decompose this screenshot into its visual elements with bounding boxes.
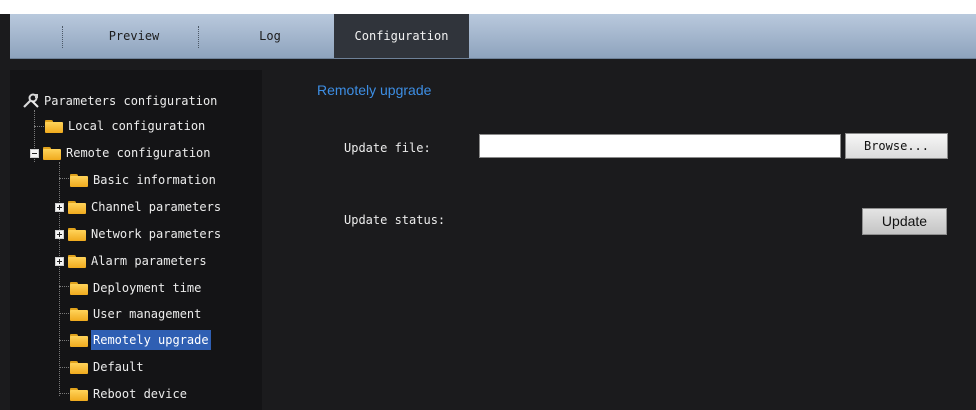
- folder-icon: [44, 119, 64, 133]
- folder-icon: [67, 227, 87, 241]
- folder-icon: [67, 200, 87, 214]
- update-file-label: Update file:: [344, 141, 431, 155]
- tree-item-user-management[interactable]: User management: [69, 304, 203, 324]
- tree-item-label: Basic information: [93, 173, 216, 187]
- tree-item-label: Channel parameters: [91, 200, 222, 214]
- tree-item-default[interactable]: Default: [69, 357, 146, 377]
- update-status-label: Update status:: [344, 213, 446, 227]
- tree-item-deployment-time[interactable]: Deployment time: [69, 278, 203, 298]
- collapse-icon[interactable]: [30, 148, 39, 158]
- tree-item-remotely-upgrade[interactable]: Remotely upgrade: [69, 330, 211, 350]
- tree-item-alarm-parameters[interactable]: Alarm parameters: [55, 251, 209, 271]
- browse-button[interactable]: Browse...: [845, 133, 948, 159]
- tree-item-label: Default: [93, 360, 144, 374]
- tree-item-label: User management: [93, 307, 202, 321]
- window-top-band: [0, 0, 976, 14]
- tree-item-network-parameters[interactable]: Network parameters: [55, 224, 223, 244]
- folder-icon: [69, 173, 89, 187]
- expand-icon[interactable]: [55, 202, 64, 212]
- tree-item-basic-information[interactable]: Basic information: [69, 170, 218, 190]
- update-button[interactable]: Update: [862, 208, 947, 235]
- tree-item-label: Deployment time: [93, 281, 202, 295]
- tab-bar: Preview Log Configuration: [10, 14, 976, 59]
- folder-icon: [69, 360, 89, 374]
- expand-icon[interactable]: [55, 229, 64, 239]
- section-title: Remotely upgrade: [317, 82, 432, 98]
- folder-icon: [69, 281, 89, 295]
- folder-icon: [69, 307, 89, 321]
- tree-item-label: Remotely upgrade: [91, 330, 211, 350]
- tools-icon: [22, 93, 40, 109]
- folder-icon: [69, 387, 89, 401]
- tab-preview[interactable]: Preview: [70, 14, 198, 58]
- tab-configuration[interactable]: Configuration: [334, 14, 469, 58]
- folder-icon: [69, 333, 89, 347]
- tab-log[interactable]: Log: [206, 14, 334, 58]
- tree-item-label: Local configuration: [68, 119, 206, 133]
- tree-item-reboot-device[interactable]: Reboot device: [69, 384, 189, 404]
- tree-root-label: Parameters configuration: [44, 94, 218, 108]
- folder-icon: [42, 146, 62, 160]
- tree-item-remote-configuration[interactable]: Remote configuration: [30, 143, 213, 163]
- folder-icon: [67, 254, 87, 268]
- tree-item-label: Remote configuration: [66, 146, 211, 160]
- tree-root-parameters-configuration[interactable]: Parameters configuration: [22, 91, 219, 111]
- tree-item-label: Alarm parameters: [91, 254, 207, 268]
- tree-item-label: Reboot device: [93, 387, 187, 401]
- expand-icon[interactable]: [55, 256, 64, 266]
- update-file-input[interactable]: [479, 134, 841, 158]
- tree-item-channel-parameters[interactable]: Channel parameters: [55, 197, 223, 217]
- tab-separator: [62, 26, 63, 48]
- tab-separator: [198, 26, 199, 48]
- tree-item-label: Network parameters: [91, 227, 222, 241]
- config-content-panel: [262, 70, 976, 410]
- tree-item-local-configuration[interactable]: Local configuration: [44, 116, 207, 136]
